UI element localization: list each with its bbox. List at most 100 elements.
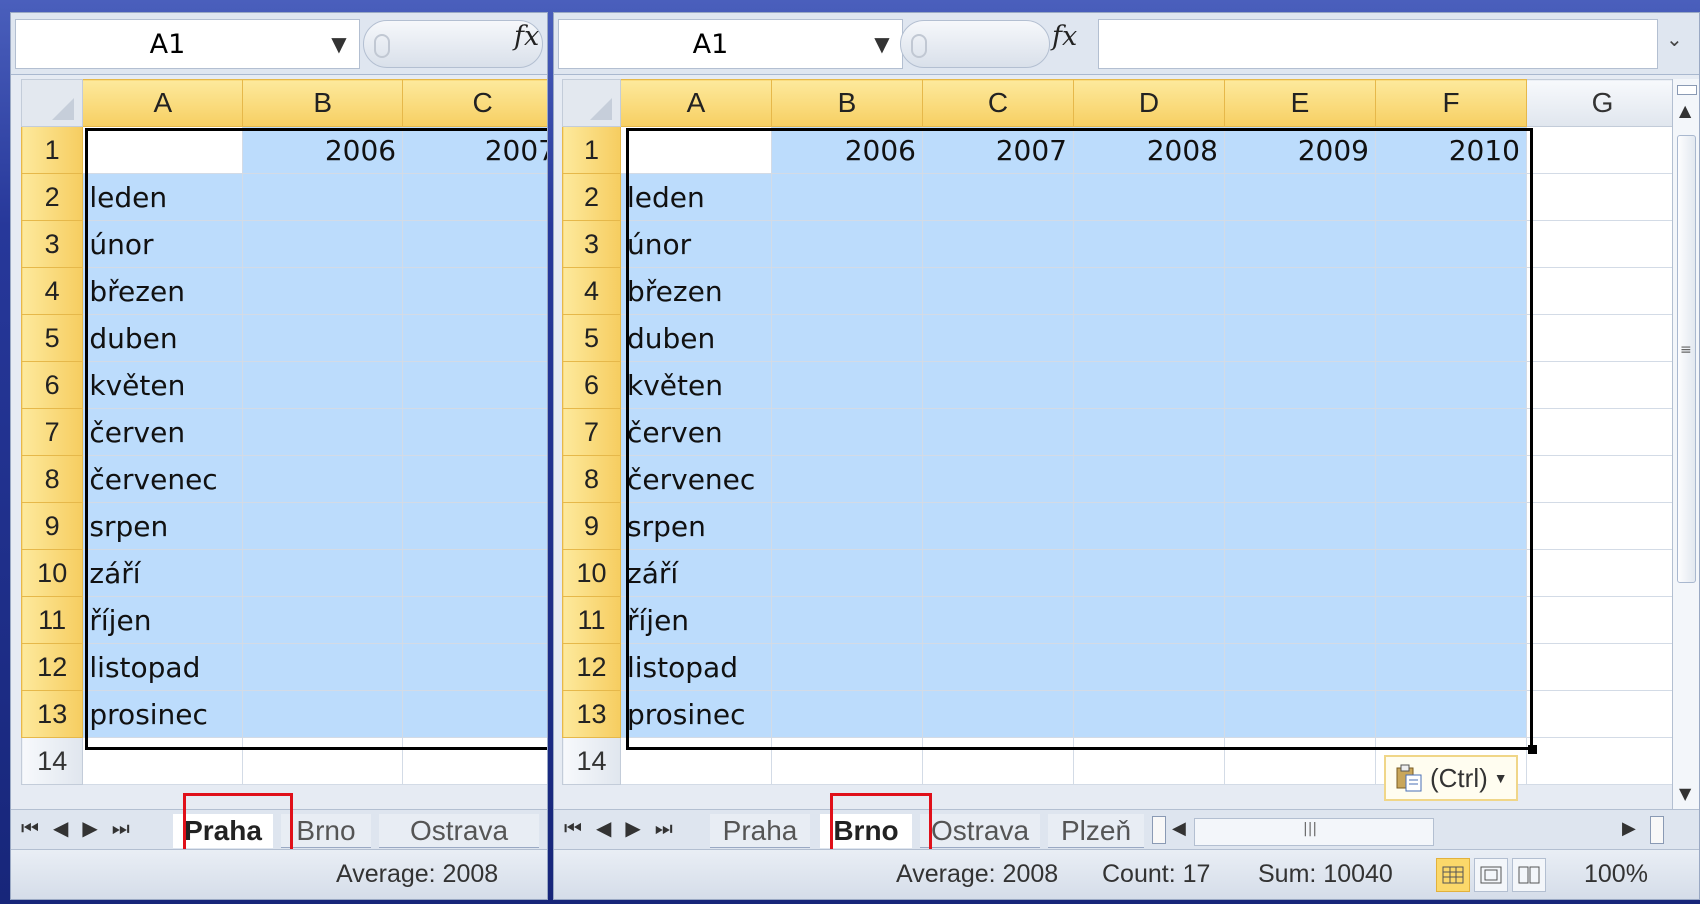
cell[interactable] [1526, 314, 1679, 362]
cell[interactable] [1224, 314, 1376, 362]
vertical-scrollbar[interactable]: ▲ ≡ ▼ [1672, 79, 1699, 809]
cell[interactable] [1224, 220, 1376, 268]
fx-icon[interactable]: fx [1052, 21, 1077, 52]
cell[interactable] [1526, 690, 1679, 738]
cell[interactable]: červenec [620, 455, 772, 503]
row-header[interactable]: 12 [20, 643, 84, 691]
cell[interactable] [1375, 502, 1527, 550]
row-header[interactable]: 6 [562, 361, 621, 409]
cell[interactable]: duben [620, 314, 772, 362]
column-header[interactable]: F [1375, 79, 1527, 127]
column-header[interactable]: B [771, 79, 923, 127]
cell[interactable] [1224, 549, 1376, 597]
first-sheet-icon[interactable]: ⏮ [564, 816, 582, 840]
cell[interactable] [922, 220, 1074, 268]
cell[interactable] [771, 690, 923, 738]
fill-handle[interactable] [1528, 745, 1537, 754]
cell[interactable] [402, 596, 547, 644]
column-header[interactable]: E [1224, 79, 1376, 127]
cell[interactable] [242, 314, 404, 362]
cell[interactable] [771, 455, 923, 503]
horizontal-scrollbar[interactable]: ||| [1194, 818, 1434, 846]
row-header[interactable]: 9 [20, 502, 84, 550]
cell[interactable] [1073, 173, 1225, 221]
next-sheet-icon[interactable]: ▶ [82, 816, 97, 840]
cell[interactable] [922, 502, 1074, 550]
cell[interactable]: srpen [620, 502, 772, 550]
cell[interactable] [242, 690, 404, 738]
cell[interactable] [402, 314, 547, 362]
cell[interactable] [1073, 220, 1225, 268]
cell[interactable] [1224, 596, 1376, 644]
cell[interactable]: září [82, 549, 244, 597]
cell[interactable] [922, 737, 1074, 785]
cell[interactable] [771, 361, 923, 409]
cell[interactable]: prosinec [82, 690, 244, 738]
cell[interactable] [1073, 690, 1225, 738]
row-header[interactable]: 2 [20, 173, 84, 221]
scroll-up-icon[interactable]: ▲ [1679, 101, 1691, 120]
cell[interactable]: listopad [82, 643, 244, 691]
name-box[interactable]: A1 ▼ [558, 19, 903, 69]
cell[interactable]: listopad [620, 643, 772, 691]
cell[interactable] [1375, 361, 1527, 409]
formula-input[interactable] [1098, 19, 1658, 69]
cell[interactable]: květen [620, 361, 772, 409]
row-header[interactable]: 1 [20, 126, 84, 174]
row-header[interactable]: 3 [562, 220, 621, 268]
row-header[interactable]: 5 [20, 314, 84, 362]
cell[interactable]: říjen [620, 596, 772, 644]
cell[interactable] [1073, 502, 1225, 550]
row-header[interactable]: 4 [562, 267, 621, 315]
cell[interactable] [1526, 455, 1679, 503]
cell[interactable] [1073, 361, 1225, 409]
row-header[interactable]: 8 [20, 455, 84, 503]
cell[interactable]: červenec [82, 455, 244, 503]
sheet-tab-plzen[interactable]: Plzeň [1048, 814, 1144, 848]
cell[interactable] [1526, 173, 1679, 221]
cell[interactable] [1073, 643, 1225, 691]
last-sheet-icon[interactable]: ⏭ [112, 816, 130, 840]
cell[interactable] [1375, 455, 1527, 503]
cell[interactable] [922, 549, 1074, 597]
cell[interactable]: únor [620, 220, 772, 268]
cell[interactable] [1375, 690, 1527, 738]
cell[interactable] [1375, 267, 1527, 315]
cell[interactable] [1526, 267, 1679, 315]
cell[interactable] [1526, 596, 1679, 644]
cell[interactable] [922, 314, 1074, 362]
cell[interactable] [922, 267, 1074, 315]
cell[interactable] [242, 502, 404, 550]
cell[interactable] [402, 690, 547, 738]
row-header[interactable]: 9 [562, 502, 621, 550]
select-all-corner[interactable] [20, 79, 84, 127]
row-header[interactable]: 6 [20, 361, 84, 409]
cell[interactable]: srpen [82, 502, 244, 550]
cell[interactable] [1224, 690, 1376, 738]
cell[interactable] [1224, 173, 1376, 221]
sheet-tab-praha[interactable]: Praha [710, 814, 810, 848]
next-sheet-icon[interactable]: ▶ [625, 816, 640, 840]
normal-view-icon[interactable] [1436, 858, 1470, 892]
cell[interactable] [922, 643, 1074, 691]
cell[interactable] [242, 455, 404, 503]
cell[interactable] [242, 267, 404, 315]
page-layout-icon[interactable] [1474, 858, 1508, 892]
cell[interactable] [1224, 455, 1376, 503]
row-header[interactable]: 7 [562, 408, 621, 456]
cell[interactable] [242, 643, 404, 691]
column-header[interactable]: A [620, 79, 772, 127]
cell[interactable] [1526, 549, 1679, 597]
cell[interactable] [1073, 267, 1225, 315]
cell[interactable] [620, 126, 772, 174]
cell[interactable] [1375, 314, 1527, 362]
cell[interactable] [242, 596, 404, 644]
prev-sheet-icon[interactable]: ◀ [596, 816, 611, 840]
cell[interactable] [771, 502, 923, 550]
cell[interactable]: 2008 [1073, 126, 1225, 174]
row-header[interactable]: 5 [562, 314, 621, 362]
cell[interactable] [1224, 361, 1376, 409]
column-header[interactable]: B [242, 79, 404, 127]
cell[interactable]: červen [620, 408, 772, 456]
row-header[interactable]: 2 [562, 173, 621, 221]
